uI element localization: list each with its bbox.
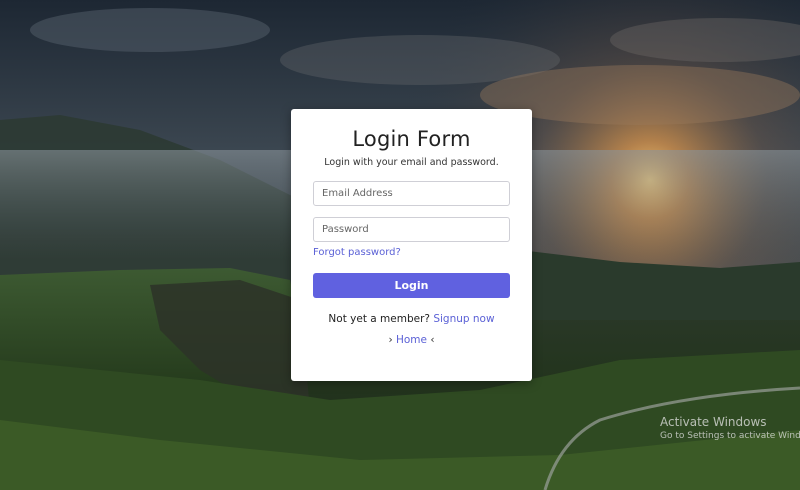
login-card: Login Form Login with your email and pas… — [291, 109, 532, 381]
watermark-title: Activate Windows — [660, 415, 767, 429]
home-link[interactable]: Home — [396, 334, 427, 346]
page-background: Login Form Login with your email and pas… — [0, 0, 800, 490]
password-field[interactable] — [313, 217, 510, 242]
member-prompt-text: Not yet a member? — [328, 313, 430, 325]
chevron-left-icon: ‹ — [430, 334, 435, 346]
home-nav: › Home ‹ — [291, 334, 532, 346]
forgot-password-link[interactable]: Forgot password? — [313, 247, 401, 258]
watermark-subtitle: Go to Settings to activate Windows. — [660, 431, 800, 441]
login-button[interactable]: Login — [313, 273, 510, 298]
windows-activation-watermark: Activate Windows Go to Settings to activ… — [660, 415, 800, 441]
signup-prompt: Not yet a member? Signup now — [291, 313, 532, 325]
chevron-right-icon: › — [388, 334, 393, 346]
login-title: Login Form — [352, 127, 471, 151]
login-subtitle: Login with your email and password. — [324, 157, 499, 168]
email-field[interactable] — [313, 181, 510, 206]
signup-link[interactable]: Signup now — [433, 313, 494, 325]
